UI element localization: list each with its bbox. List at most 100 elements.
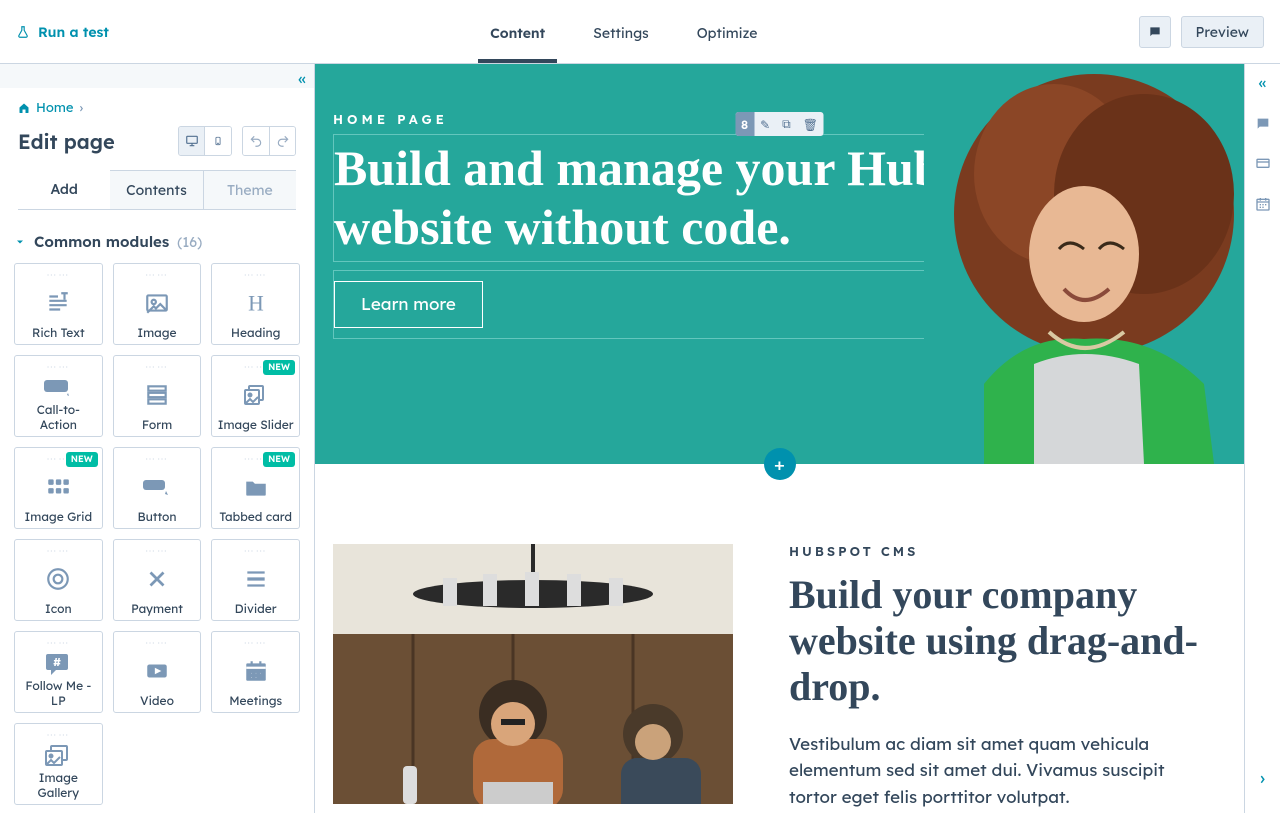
drag-handle-icon: ⋯⋯ (244, 638, 268, 648)
follow-icon: # (44, 648, 72, 679)
section-two: HUBSPOT CMS Build your company website u… (315, 464, 1244, 813)
redo-icon (276, 134, 290, 148)
module-divider[interactable]: ⋯⋯Divider (211, 539, 300, 621)
module-icon[interactable]: ⋯⋯ Icon (14, 539, 103, 621)
meetings-icon (243, 648, 269, 694)
section-two-title[interactable]: Build your company website using drag-an… (789, 572, 1204, 710)
module-video[interactable]: ⋯⋯ Video (113, 631, 202, 713)
form-icon (144, 372, 170, 418)
module-grid[interactable]: ⋯⋯NEWImage Grid (14, 447, 103, 529)
tab-settings[interactable]: Settings (593, 2, 649, 62)
drag-handle-icon: ⋯⋯ (145, 454, 169, 464)
svg-text:H: H (248, 291, 264, 315)
drag-handle-icon: ⋯⋯ (46, 546, 70, 556)
preview-button[interactable]: Preview (1181, 16, 1264, 48)
comments-button[interactable] (1139, 16, 1171, 48)
module-form[interactable]: ⋯⋯ Form (113, 355, 202, 437)
section-two-para-1[interactable]: Vestibulum ac diam sit amet quam vehicul… (789, 732, 1204, 811)
rail-calendar-button[interactable] (1255, 196, 1271, 212)
mobile-view-button[interactable] (205, 127, 231, 155)
grid-icon (45, 464, 71, 510)
module-label: Video (140, 694, 174, 708)
section-two-image[interactable] (333, 544, 733, 804)
copy-icon: ⧉ (782, 116, 791, 132)
hero-cta-button[interactable]: Learn more (334, 281, 483, 328)
module-grid: ⋯⋯Rich Text⋯⋯Image⋯⋯HHeading⋯⋯Call-to-Ac… (14, 263, 300, 805)
module-label: Meetings (229, 694, 282, 708)
section-common-modules[interactable]: Common modules (16) (14, 232, 300, 251)
tab-optimize[interactable]: Optimize (697, 2, 758, 62)
rail-comments-button[interactable] (1255, 116, 1271, 132)
module-label: Icon (45, 602, 72, 616)
device-switch (178, 126, 232, 156)
module-follow[interactable]: ⋯⋯ # Follow Me - LP (14, 631, 103, 713)
column-edit-button[interactable]: ✎ (754, 112, 776, 136)
module-label: Button (137, 510, 176, 524)
collapse-left-icon[interactable]: « (298, 68, 306, 88)
module-label: Follow Me - LP (19, 679, 98, 708)
sidebar-tabs: Add Contents Theme (18, 170, 296, 210)
breadcrumb[interactable]: Home › (18, 100, 296, 116)
sidebar-tab-theme[interactable]: Theme (204, 170, 296, 209)
module-label: Call-to-Action (19, 403, 98, 432)
module-slider[interactable]: ⋯⋯NEWImage Slider (211, 355, 300, 437)
image-icon (144, 280, 170, 326)
mobile-icon (213, 134, 223, 148)
run-a-test-link[interactable]: Run a test (16, 23, 109, 41)
module-label: Image Grid (25, 510, 93, 524)
hero-section[interactable]: 8 ✎ ⧉ 🗑 HOME PAGE Build and manage your … (315, 64, 1244, 464)
plus-icon: + (774, 453, 785, 476)
drag-handle-icon: ⋯⋯ (145, 638, 169, 648)
rail-next-button[interactable]: › (1260, 766, 1265, 789)
drag-handle-icon: ⋯⋯ (46, 730, 70, 740)
module-gallery[interactable]: ⋯⋯Image Gallery (14, 723, 103, 805)
module-label: Image (137, 326, 176, 340)
module-heading[interactable]: ⋯⋯HHeading (211, 263, 300, 345)
top-actions: Preview (1139, 16, 1264, 48)
module-button[interactable]: ⋯⋯ Button (113, 447, 202, 529)
new-badge: NEW (66, 452, 98, 467)
sidebar-tab-add[interactable]: Add (18, 170, 110, 209)
module-label: Form (142, 418, 172, 432)
top-bar: Run a test Content Settings Optimize Pre… (0, 0, 1280, 64)
module-cta[interactable]: ⋯⋯Call-to-Action (14, 355, 103, 437)
desktop-icon (185, 134, 199, 148)
drag-handle-icon: ⋯⋯ (46, 638, 70, 648)
desktop-view-button[interactable] (179, 127, 205, 155)
breadcrumb-label: Home (36, 100, 73, 116)
module-payment[interactable]: ⋯⋯Payment (113, 539, 202, 621)
section-two-overline[interactable]: HUBSPOT CMS (789, 544, 1204, 560)
svg-text:#: # (53, 655, 61, 669)
redo-button[interactable] (269, 127, 295, 155)
drag-handle-icon: ⋯⋯ (145, 270, 169, 280)
tab-content[interactable]: Content (490, 2, 545, 62)
folder-icon (243, 464, 269, 510)
module-label: Divider (235, 602, 277, 616)
module-image[interactable]: ⋯⋯ Image (113, 263, 202, 345)
pencil-icon: ✎ (760, 117, 770, 132)
module-label: Rich Text (32, 326, 85, 340)
column-clone-button[interactable]: ⧉ (776, 112, 797, 136)
heading-icon: H (243, 280, 269, 326)
drag-handle-icon: ⋯⋯ (46, 270, 70, 280)
section-count: (16) (177, 233, 202, 251)
module-folder[interactable]: ⋯⋯NEWTabbed card (211, 447, 300, 529)
add-section-button[interactable]: + (764, 448, 796, 480)
run-a-test-label: Run a test (38, 23, 109, 41)
column-delete-button[interactable]: 🗑 (797, 112, 824, 136)
drag-handle-icon: ⋯⋯ (145, 362, 169, 372)
cta-icon (43, 372, 73, 403)
slider-icon (241, 372, 271, 418)
comment-icon (1148, 25, 1162, 39)
undo-icon (249, 134, 263, 148)
undo-button[interactable] (243, 127, 269, 155)
rail-display-button[interactable] (1255, 156, 1271, 172)
sidebar-title: Edit page (18, 129, 115, 154)
module-richtext[interactable]: ⋯⋯ Rich Text (14, 263, 103, 345)
collapse-right-icon[interactable]: « (1259, 72, 1267, 92)
richtext-icon (45, 280, 71, 326)
beaker-icon (16, 25, 30, 39)
module-label: Payment (131, 602, 183, 616)
sidebar-tab-contents[interactable]: Contents (110, 170, 203, 209)
module-meetings[interactable]: ⋯⋯ Meetings (211, 631, 300, 713)
